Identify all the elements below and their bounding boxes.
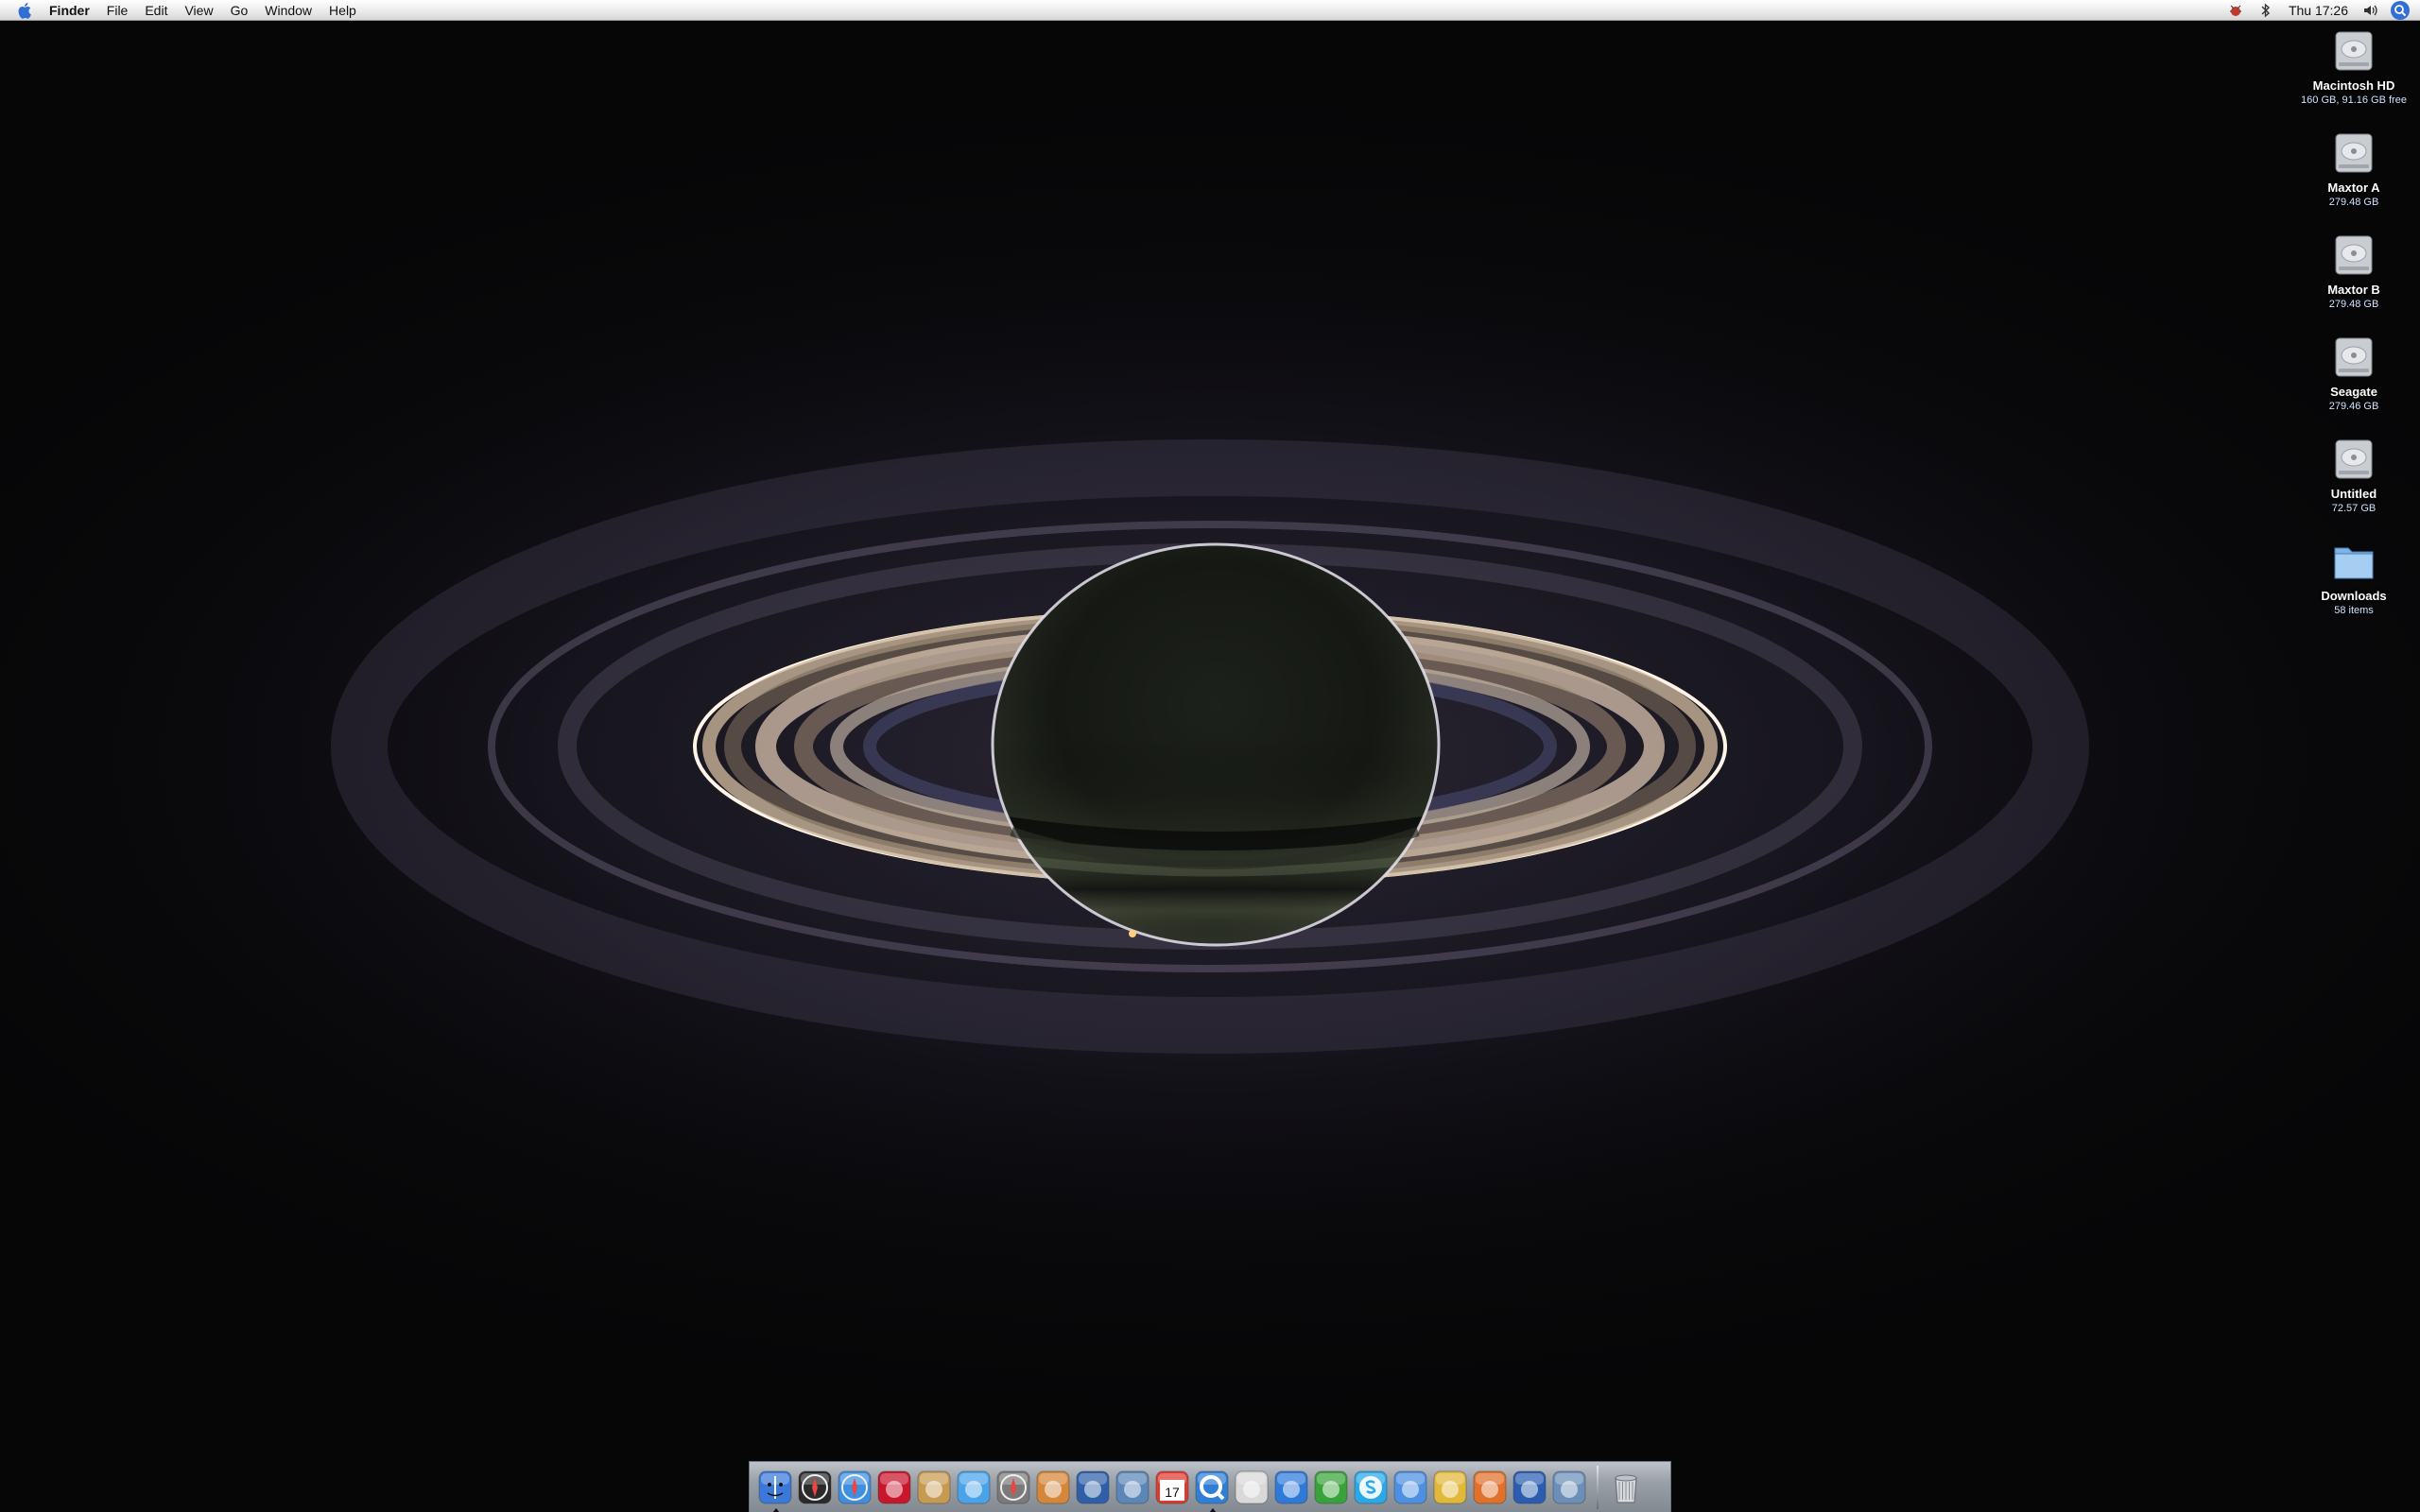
crossover-icon <box>1235 1470 1269 1503</box>
matlab-icon <box>1473 1470 1507 1503</box>
dvd-player-icon <box>996 1470 1030 1503</box>
desktop-icon-label: Untitled <box>2330 487 2377 501</box>
saturn-wallpaper <box>28 227 2392 1285</box>
menu-extras: Thu 17:26 <box>2221 0 2420 21</box>
dock-item-skype[interactable] <box>1352 1468 1390 1507</box>
spotlight-icon[interactable] <box>2391 0 2410 20</box>
dock-item-yahoo-widget[interactable] <box>875 1468 913 1507</box>
desktop-icon-label: Maxtor B <box>2327 283 2380 297</box>
desktop-icon-info: 160 GB, 91.16 GB free <box>2301 94 2407 106</box>
menu-go[interactable]: Go <box>222 0 257 21</box>
desktop-icon-macintosh-hd[interactable]: Macintosh HD 160 GB, 91.16 GB free <box>2288 26 2420 129</box>
volume-icon[interactable] <box>2360 0 2381 21</box>
dashboard-icon <box>798 1470 832 1503</box>
dock-item-trash[interactable] <box>1607 1468 1645 1507</box>
hard-drive-icon <box>2335 133 2373 173</box>
dock-item-ical[interactable]: 17 <box>1153 1468 1191 1507</box>
trash-icon <box>1615 1474 1637 1503</box>
hard-drive-icon <box>2335 235 2373 275</box>
dock-item-excel[interactable] <box>1312 1468 1350 1507</box>
skype-icon <box>1354 1470 1388 1503</box>
hard-drive-icon <box>2335 439 2373 479</box>
dock: 17 <box>749 1461 1671 1512</box>
finder-icon <box>758 1470 792 1503</box>
menu-window[interactable]: Window <box>256 0 320 21</box>
apple-icon <box>18 2 31 19</box>
desktop-icon-info: 279.48 GB <box>2328 299 2379 310</box>
desktop-icon-label: Maxtor A <box>2327 180 2380 195</box>
running-indicator <box>772 1507 780 1512</box>
menu-bar: Finder File Edit View Go Window Help Thu… <box>0 0 2420 21</box>
desktop-icon-maxtor-a[interactable]: Maxtor A 279.48 GB <box>2288 129 2420 231</box>
desktop-icon-info: 279.48 GB <box>2328 197 2379 208</box>
menu-clock[interactable]: Thu 17:26 <box>2281 3 2356 18</box>
excel-icon <box>1314 1470 1348 1503</box>
ical-icon: 17 <box>1155 1470 1189 1503</box>
dock-item-ichat[interactable] <box>1392 1468 1429 1507</box>
desktop-icon-column: Macintosh HD 160 GB, 91.16 GB free Maxtor … <box>2288 26 2420 639</box>
desktop-icon-label: Macintosh HD <box>2312 78 2395 93</box>
dock-item-quicktime[interactable] <box>1193 1468 1231 1512</box>
word-icon <box>1274 1470 1308 1503</box>
menu-edit[interactable]: Edit <box>136 0 176 21</box>
ichat-icon <box>1393 1470 1427 1503</box>
yahoo-widget-icon <box>877 1470 911 1503</box>
dock-item-thunderbird[interactable] <box>1511 1468 1548 1507</box>
desktop-icon-info: 279.46 GB <box>2328 401 2379 412</box>
desktop-icon-label: Downloads <box>2321 589 2387 603</box>
running-indicator <box>1209 1507 1217 1512</box>
bug-status-icon[interactable] <box>2225 0 2246 21</box>
desktop[interactable]: Finder File Edit View Go Window Help Thu… <box>0 0 2420 1512</box>
dock-separator <box>1597 1465 1599 1509</box>
image-capture-icon <box>1552 1470 1586 1503</box>
dock-item-word[interactable] <box>1272 1468 1310 1507</box>
folder-icon <box>2334 547 2374 579</box>
desktop-icon-downloads[interactable]: Downloads 58 items <box>2288 537 2420 639</box>
safari-icon <box>838 1470 872 1503</box>
dock-item-matlab[interactable] <box>1471 1468 1509 1507</box>
dock-item-address-book[interactable] <box>915 1468 953 1507</box>
dock-item-dvd-player[interactable] <box>994 1468 1032 1507</box>
apple-menu[interactable] <box>13 0 38 21</box>
menu-view[interactable]: View <box>176 0 221 21</box>
itunes-icon <box>957 1470 991 1503</box>
dock-item-safari[interactable] <box>836 1468 873 1507</box>
dock-item-preview[interactable] <box>1114 1468 1151 1507</box>
preview-icon <box>1115 1470 1150 1503</box>
thunderbird-icon <box>1512 1470 1547 1503</box>
dock-item-iphoto[interactable] <box>1034 1468 1072 1507</box>
dock-item-crossover[interactable] <box>1233 1468 1270 1507</box>
quicktime-icon <box>1195 1470 1229 1503</box>
dock-item-itunes[interactable] <box>955 1468 993 1507</box>
desktop-icon-info: 72.57 GB <box>2331 503 2377 514</box>
menu-help[interactable]: Help <box>320 0 365 21</box>
adium-icon <box>1433 1470 1467 1503</box>
hard-drive-icon <box>2335 31 2373 71</box>
ical-date-text: 17 <box>1165 1485 1180 1500</box>
dock-item-imovie[interactable] <box>1074 1468 1112 1507</box>
dock-item-finder[interactable] <box>756 1468 794 1512</box>
hard-drive-icon <box>2335 337 2373 377</box>
desktop-icon-label: Seagate <box>2330 385 2377 399</box>
desktop-icon-untitled[interactable]: Untitled 72.57 GB <box>2288 435 2420 537</box>
dock-item-dashboard[interactable] <box>796 1468 834 1507</box>
imovie-icon <box>1076 1470 1110 1503</box>
menu-finder[interactable]: Finder <box>38 0 98 21</box>
dock-item-image-capture[interactable] <box>1550 1468 1588 1507</box>
menu-file[interactable]: File <box>98 0 137 21</box>
desktop-icon-maxtor-b[interactable]: Maxtor B 279.48 GB <box>2288 231 2420 333</box>
bluetooth-icon[interactable] <box>2256 0 2276 21</box>
dock-item-adium[interactable] <box>1431 1468 1469 1507</box>
address-book-icon <box>917 1470 951 1503</box>
desktop-icon-seagate[interactable]: Seagate 279.46 GB <box>2288 333 2420 435</box>
desktop-icon-info: 58 items <box>2334 605 2374 616</box>
iphoto-icon <box>1036 1470 1070 1503</box>
